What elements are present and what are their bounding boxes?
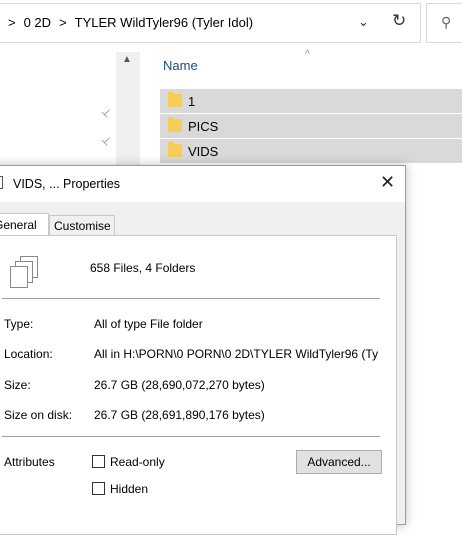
- file-name: 1: [188, 94, 196, 109]
- dialog-title: VIDS, ... Properties: [13, 177, 120, 191]
- chevron-down-icon[interactable]: ⌄: [358, 14, 369, 30]
- folder-icon: [168, 117, 182, 132]
- hidden-checkbox[interactable]: [92, 482, 105, 495]
- tab-strip: General Customise: [0, 213, 405, 235]
- file-name: VIDS: [188, 144, 219, 159]
- readonly-label[interactable]: Read-only: [110, 455, 165, 469]
- files-folders-summary: 658 Files, 4 Folders: [90, 261, 196, 275]
- properties-dialog: VIDS, ... Properties ✕ General Customise…: [0, 165, 406, 535]
- search-box[interactable]: ⚲: [426, 3, 462, 43]
- type-value: All of type File folder: [94, 317, 203, 331]
- search-icon: ⚲: [441, 14, 452, 30]
- size-value: 26.7 GB (28,690,072,270 bytes): [94, 378, 265, 392]
- file-row[interactable]: VIDS: [160, 139, 462, 163]
- sort-ascending-icon: ^: [305, 49, 310, 60]
- type-label: Type:: [4, 317, 34, 331]
- size-label: Size:: [4, 378, 31, 392]
- advanced-button[interactable]: Advanced...: [296, 450, 382, 474]
- divider: [2, 298, 380, 299]
- file-row[interactable]: PICS: [160, 114, 462, 138]
- dialog-titlebar[interactable]: VIDS, ... Properties ✕: [0, 166, 405, 202]
- size-on-disk-label: Size on disk:: [4, 408, 73, 422]
- address-bar[interactable]: >0 2D > TYLER WildTyler96 (Tyler Idol) ⌄ ↻: [0, 3, 421, 43]
- tab-customise[interactable]: Customise: [49, 215, 115, 235]
- folder-icon: [168, 92, 182, 107]
- file-row[interactable]: 1: [160, 89, 462, 113]
- folder-icon: [168, 142, 182, 157]
- attributes-label: Attributes: [4, 455, 55, 469]
- hidden-label[interactable]: Hidden: [110, 482, 148, 496]
- breadcrumb-item-current[interactable]: TYLER WildTyler96 (Tyler Idol): [75, 15, 253, 30]
- location-label: Location:: [4, 347, 53, 361]
- multiple-files-icon: [10, 256, 40, 292]
- location-value: All in H:\PORN\0 PORN\0 2D\TYLER WildTyl…: [94, 347, 379, 361]
- tab-general[interactable]: General: [0, 213, 49, 235]
- nav-scrollbar[interactable]: ▲: [116, 52, 140, 172]
- readonly-checkbox[interactable]: [92, 455, 105, 468]
- breadcrumb: >0 2D > TYLER WildTyler96 (Tyler Idol): [8, 15, 261, 30]
- scroll-up-icon[interactable]: ▲: [122, 54, 132, 65]
- document-icon: [0, 176, 3, 189]
- column-header-name[interactable]: Name: [163, 58, 198, 73]
- size-on-disk-value: 26.7 GB (28,691,890,176 bytes): [94, 408, 265, 422]
- file-name: PICS: [188, 119, 219, 134]
- close-button[interactable]: ✕: [380, 172, 395, 193]
- divider: [2, 436, 380, 437]
- refresh-icon[interactable]: ↻: [392, 11, 406, 31]
- breadcrumb-item-0-2d[interactable]: 0 2D: [24, 15, 51, 30]
- general-panel: 658 Files, 4 Folders Type: All of type F…: [0, 235, 397, 535]
- breadcrumb-separator: >: [59, 15, 67, 30]
- breadcrumb-separator: >: [8, 15, 16, 30]
